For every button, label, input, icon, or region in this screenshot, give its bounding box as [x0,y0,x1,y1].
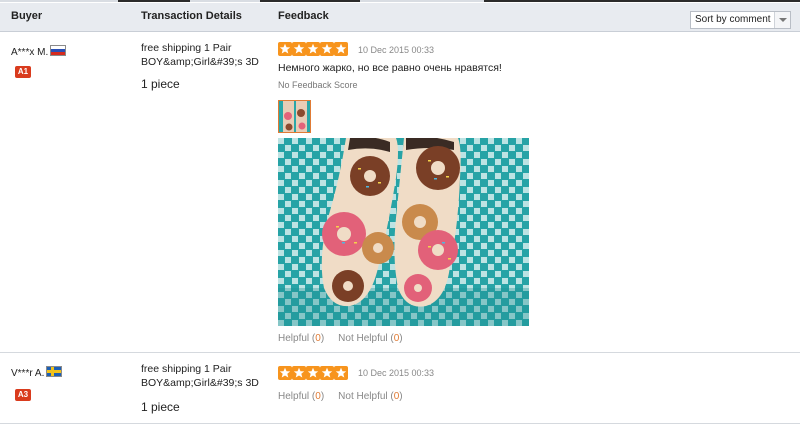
star-icon [334,366,348,380]
not-helpful-label: Not Helpful ( [338,333,394,344]
star-icon [334,42,348,56]
product-title[interactable]: free shipping 1 Pair BOY&amp;Girl&#39;s … [141,362,271,390]
flag-russia-icon [50,45,67,56]
sort-dropdown-button[interactable] [774,12,790,28]
star-icon [278,366,292,380]
not-helpful-button[interactable]: Not Helpful (0) [338,391,402,402]
helpful-button[interactable]: Helpful (0) [278,391,324,402]
paren-close: ) [399,391,403,402]
star-icon [320,42,334,56]
buyer-level-badge: A1 [15,66,31,78]
star-icon [292,42,306,56]
review-photo[interactable] [278,138,529,326]
review-comment: Немного жарко, но все равно очень нравят… [278,62,502,74]
star-icon [306,42,320,56]
helpful-button[interactable]: Helpful (0) [278,333,324,344]
sort-select-value: Sort by comment [695,14,771,25]
buyer-info: A***x M. [11,45,67,58]
transaction-column-header: Transaction Details [141,10,242,22]
review-row: A***x M. A1 free shipping 1 Pair BOY&amp… [0,33,800,353]
helpful-votes: Helpful (0) Not Helpful (0) [278,333,403,344]
star-icon [306,366,320,380]
buyer-info: V***r A. [11,366,63,379]
chevron-down-icon [779,18,787,22]
buyer-level-badge: A3 [15,389,31,401]
helpful-votes: Helpful (0) Not Helpful (0) [278,391,403,402]
review-photo-thumbnail[interactable] [278,100,311,133]
quantity: 1 piece [141,400,180,414]
review-date: 10 Dec 2015 00:33 [358,368,435,378]
buyer-column-header: Buyer [11,10,43,22]
product-title[interactable]: free shipping 1 Pair BOY&amp;Girl&#39;s … [141,41,271,69]
quantity: 1 piece [141,77,180,91]
sort-select[interactable]: Sort by comment [690,11,791,29]
helpful-label: Helpful ( [278,391,316,402]
paren-close: ) [320,391,325,402]
paren-close: ) [399,333,403,344]
not-helpful-label: Not Helpful ( [338,391,394,402]
helpful-label: Helpful ( [278,333,316,344]
buyer-name: V***r A. [11,368,45,379]
review-date: 10 Dec 2015 00:33 [358,45,435,55]
star-rating [278,42,348,56]
feedback-score: No Feedback Score [278,80,358,90]
buyer-name: A***x M. [11,47,49,58]
star-icon [292,366,306,380]
review-row: V***r A. A3 free shipping 1 Pair BOY&amp… [0,354,800,424]
not-helpful-button[interactable]: Not Helpful (0) [338,333,402,344]
feedback-column-header: Feedback [278,10,329,22]
paren-close: ) [320,333,325,344]
star-rating [278,366,348,380]
table-header: Buyer Transaction Details Feedback Sort … [0,3,800,32]
star-icon [320,366,334,380]
flag-sweden-icon [46,366,63,377]
star-icon [278,42,292,56]
